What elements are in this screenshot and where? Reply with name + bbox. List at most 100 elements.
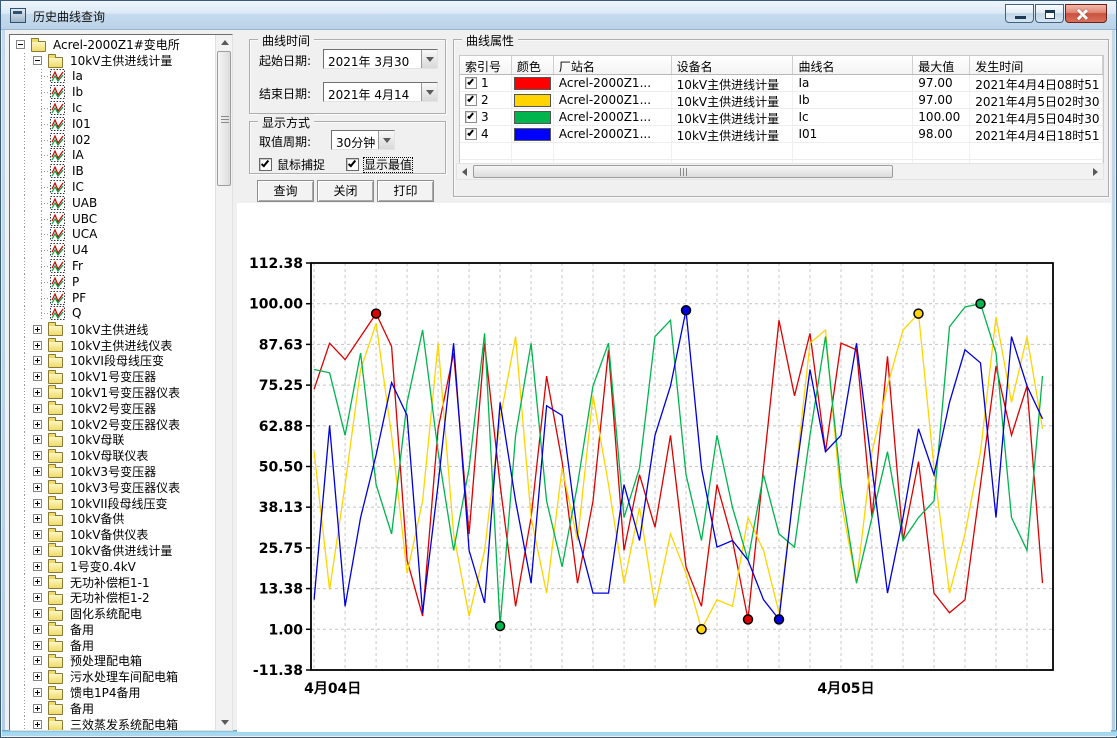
expand-icon[interactable] <box>33 625 42 634</box>
tree-scroll-down-button[interactable] <box>216 715 233 730</box>
column-header-3[interactable]: 设备名 <box>672 56 794 74</box>
expand-icon[interactable] <box>33 483 42 492</box>
tree-item[interactable]: 10kV母联 <box>10 432 215 448</box>
show-extremes-label[interactable]: 显示最值 <box>364 158 412 172</box>
mouse-capture-checkbox[interactable] <box>259 158 272 171</box>
column-header-4[interactable]: 曲线名 <box>793 56 913 74</box>
tree-item[interactable]: Acrel-2000Z1#变电所 <box>10 37 215 53</box>
tree-item[interactable]: UCA <box>10 227 215 243</box>
tree-item[interactable]: 污水处理车间配电箱 <box>10 669 215 685</box>
tree-item[interactable]: Ib <box>10 84 215 100</box>
expand-icon[interactable] <box>33 514 42 523</box>
table-row[interactable]: 4Acrel-2000Z1...10kV主供进线计量I0198.002021年4… <box>460 126 1103 143</box>
query-button[interactable]: 查询 <box>257 180 314 202</box>
row-checkbox[interactable] <box>465 77 477 89</box>
period-select[interactable]: 30分钟 <box>331 130 395 150</box>
collapse-icon[interactable] <box>33 56 42 65</box>
tree-item[interactable]: 三效蒸发系统配电箱 <box>10 716 215 731</box>
show-extremes-checkbox[interactable] <box>346 158 359 171</box>
tree-item[interactable]: 10kV1号变压器仪表 <box>10 385 215 401</box>
tree-item[interactable]: 备用 <box>10 621 215 637</box>
tree-item[interactable]: 10kV主供进线计量 <box>10 53 215 69</box>
column-header-1[interactable]: 颜色 <box>512 56 554 74</box>
expand-icon[interactable] <box>33 641 42 650</box>
expand-icon[interactable] <box>33 341 42 350</box>
expand-icon[interactable] <box>33 688 42 697</box>
expand-icon[interactable] <box>33 609 42 618</box>
tree-item[interactable]: 备用 <box>10 637 215 653</box>
tree-item[interactable]: 无功补偿柜1-2 <box>10 590 215 606</box>
tree-item[interactable]: 10kVII段母线压变 <box>10 495 215 511</box>
tree-item[interactable]: 10kV主供进线 <box>10 321 215 337</box>
expand-icon[interactable] <box>33 420 42 429</box>
table-scroll-right-button[interactable] <box>1088 164 1103 179</box>
mouse-capture-label[interactable]: 鼠标捕捉 <box>277 158 325 172</box>
tree-item[interactable]: 10kV备供 <box>10 511 215 527</box>
expand-icon[interactable] <box>33 672 42 681</box>
expand-icon[interactable] <box>33 656 42 665</box>
tree-item[interactable]: IB <box>10 163 215 179</box>
minimize-button[interactable] <box>1005 4 1034 23</box>
tree-item[interactable]: I01 <box>10 116 215 132</box>
row-checkbox[interactable] <box>465 128 477 140</box>
table-scroll-left-button[interactable] <box>457 164 472 179</box>
tree-scroll-up-button[interactable] <box>216 35 233 50</box>
expand-icon[interactable] <box>33 593 42 602</box>
tree-item[interactable]: Ic <box>10 100 215 116</box>
expand-icon[interactable] <box>33 530 42 539</box>
tree-item[interactable]: IA <box>10 148 215 164</box>
tree-item[interactable]: 10kV母联仪表 <box>10 448 215 464</box>
tree-item[interactable]: IC <box>10 179 215 195</box>
tree-item[interactable]: P <box>10 274 215 290</box>
expand-icon[interactable] <box>33 562 42 571</box>
tree-item[interactable]: PF <box>10 290 215 306</box>
close-dialog-button[interactable]: 关闭 <box>317 180 374 202</box>
tree-item[interactable]: 10kV2号变压器 <box>10 400 215 416</box>
table-row[interactable]: 2Acrel-2000Z1...10kV主供进线计量Ib97.002021年4月… <box>460 92 1103 109</box>
tree-item[interactable]: UBC <box>10 211 215 227</box>
tree-item[interactable]: 馈电1P4备用 <box>10 685 215 701</box>
end-date-dropdown-button[interactable] <box>421 83 437 101</box>
table-scroll-thumb[interactable] <box>473 165 893 178</box>
expand-icon[interactable] <box>33 435 42 444</box>
expand-icon[interactable] <box>33 404 42 413</box>
column-header-6[interactable]: 发生时间 <box>970 56 1103 74</box>
tree-item[interactable]: 10kV备供仪表 <box>10 527 215 543</box>
tree-item[interactable]: I02 <box>10 132 215 148</box>
table-row[interactable]: 3Acrel-2000Z1...10kV主供进线计量Ic100.002021年4… <box>460 109 1103 126</box>
expand-icon[interactable] <box>33 356 42 365</box>
tree-item[interactable]: 无功补偿柜1-1 <box>10 574 215 590</box>
tree-item[interactable]: Q <box>10 306 215 322</box>
expand-icon[interactable] <box>33 372 42 381</box>
close-button[interactable] <box>1065 4 1107 23</box>
tree-item[interactable]: 预处理配电箱 <box>10 653 215 669</box>
column-header-2[interactable]: 厂站名 <box>554 56 672 74</box>
title-bar[interactable]: 历史曲线查询 <box>1 1 1116 30</box>
collapse-icon[interactable] <box>16 40 25 49</box>
tree-item[interactable]: 10kV3号变压器 <box>10 464 215 480</box>
expand-icon[interactable] <box>33 546 42 555</box>
tree-scrollbar[interactable] <box>215 35 232 730</box>
expand-icon[interactable] <box>33 577 42 586</box>
tree-item[interactable]: 10kV3号变压器仪表 <box>10 479 215 495</box>
tree-item[interactable]: UAB <box>10 195 215 211</box>
tree-item[interactable]: 1号变0.4kV <box>10 558 215 574</box>
column-header-5[interactable]: 最大值 <box>913 56 970 74</box>
tree-item[interactable]: 10kV备供进线计量 <box>10 543 215 559</box>
row-checkbox[interactable] <box>465 94 477 106</box>
tree-item[interactable]: Fr <box>10 258 215 274</box>
expand-icon[interactable] <box>33 499 42 508</box>
start-date-dropdown-button[interactable] <box>421 50 437 68</box>
table-row[interactable]: 1Acrel-2000Z1...10kV主供进线计量Ia97.002021年4月… <box>460 75 1103 92</box>
tree-item[interactable]: 10kV1号变压器 <box>10 369 215 385</box>
expand-icon[interactable] <box>33 451 42 460</box>
end-date-select[interactable]: 2021年 4月14 <box>323 82 438 102</box>
history-curve-chart[interactable]: 112.38100.0087.6375.2562.8850.5038.1325.… <box>237 203 1111 732</box>
print-button[interactable]: 打印 <box>377 180 434 202</box>
tree-item[interactable]: 固化系统配电 <box>10 606 215 622</box>
tree-scroll-thumb[interactable] <box>217 51 231 186</box>
tree-item[interactable]: 10kVI段母线压变 <box>10 353 215 369</box>
column-header-0[interactable]: 索引号 <box>460 56 512 74</box>
tree-item[interactable]: 10kV主供进线仪表 <box>10 337 215 353</box>
tree-item[interactable]: Ia <box>10 69 215 85</box>
